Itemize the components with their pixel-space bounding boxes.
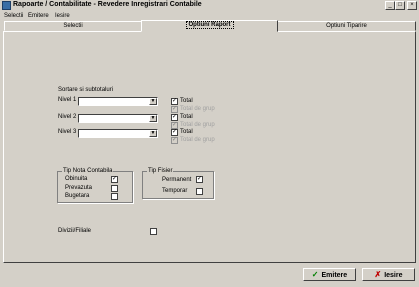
menu-selectii[interactable]: Selectii	[4, 12, 23, 21]
nota-obinuita-checkbox[interactable]: ✓	[111, 176, 118, 183]
chevron-down-icon[interactable]: ▼	[149, 115, 157, 122]
level-1-group-label: Total de grup	[180, 106, 215, 112]
level-2-combo[interactable]: ▼	[78, 114, 158, 123]
tab-optiuni-raport[interactable]: Optiuni Raport	[141, 20, 278, 32]
sort-heading: Sortare si subtotaluri	[58, 87, 114, 93]
nota-obinuita-label: Obinuita	[65, 176, 88, 182]
fisier-group: Tip Fisier	[142, 168, 214, 199]
level-2-total-label: Total	[180, 114, 193, 120]
level-2-total-checkbox[interactable]: ✓	[171, 114, 178, 121]
exit-x-icon: ✗	[374, 270, 382, 279]
nota-bugetara-label: Bugetara	[65, 193, 90, 199]
level-3-group-label: Total de grup	[180, 137, 215, 143]
tab-optiuni-tiparire[interactable]: Optiuni Tiparire	[277, 21, 416, 31]
chevron-down-icon[interactable]: ▼	[149, 98, 157, 105]
menu-iesire[interactable]: Iesire	[55, 12, 70, 21]
nota-prevazuta-label: Prevazuta	[65, 185, 93, 191]
minimize-button[interactable]: _	[385, 1, 395, 10]
level-2-label: Nivel 2	[58, 114, 77, 120]
level-2-group-checkbox[interactable]: ✓	[171, 122, 178, 129]
level-3-group-checkbox[interactable]: ✓	[171, 137, 178, 144]
level-1-group-checkbox[interactable]: ✓	[171, 106, 178, 113]
divizii-label: Divizii/Filiale	[58, 228, 92, 234]
level-3-combo[interactable]: ▼	[78, 129, 158, 138]
emitere-button[interactable]: ✓ Emitere	[303, 268, 356, 281]
nota-group-title: Tip Nota Contabila	[62, 168, 114, 174]
level-1-total-checkbox[interactable]: ✓	[171, 98, 178, 105]
emitere-label: Emitere	[321, 272, 348, 279]
level-3-label: Nivel 3	[58, 129, 77, 135]
maximize-button[interactable]: □	[395, 1, 405, 10]
level-2-group-label: Total de grup	[180, 122, 215, 128]
fisier-group-title: Tip Fisier	[147, 168, 174, 174]
nota-prevazuta-checkbox[interactable]	[111, 185, 118, 192]
menu-emitere[interactable]: Emitere	[28, 12, 49, 21]
fisier-permanent-label: Permanent	[162, 177, 192, 183]
chevron-down-icon[interactable]: ▼	[149, 130, 157, 137]
divizii-checkbox[interactable]	[150, 228, 157, 235]
title-bar: Rapoarte / Contabilitate - Revedere Inre…	[0, 0, 419, 12]
tab-optiuni-tiparire-label: Optiuni Tiparire	[326, 23, 367, 29]
close-button[interactable]: ×	[407, 1, 417, 10]
fisier-temporar-checkbox[interactable]	[196, 188, 203, 195]
level-1-label: Nivel 1	[58, 97, 77, 103]
fisier-permanent-checkbox[interactable]: ✓	[196, 176, 203, 183]
level-3-total-label: Total	[180, 129, 193, 135]
check-icon: ✓	[311, 270, 319, 279]
nota-bugetara-checkbox[interactable]	[111, 193, 118, 200]
app-icon	[2, 1, 11, 10]
fisier-temporar-label: Temporar	[162, 188, 188, 194]
tab-selectii[interactable]: Selectii	[4, 21, 142, 31]
iesire-button[interactable]: ✗ Iesire	[362, 268, 415, 281]
level-1-total-label: Total	[180, 98, 193, 104]
window-title: Rapoarte / Contabilitate - Revedere Inre…	[13, 1, 202, 8]
button-bar	[0, 265, 419, 287]
tab-selectii-label: Selectii	[63, 23, 83, 29]
level-1-combo[interactable]: ▼	[78, 97, 158, 106]
tab-optiuni-raport-label: Optiuni Raport	[185, 21, 234, 29]
level-3-total-checkbox[interactable]: ✓	[171, 129, 178, 136]
iesire-label: Iesire	[384, 272, 403, 279]
